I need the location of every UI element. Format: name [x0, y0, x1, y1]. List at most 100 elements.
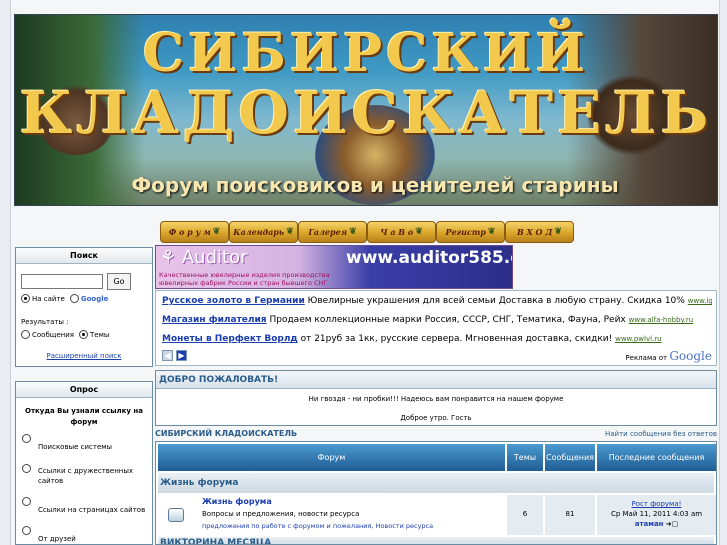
ad-pager: ◀ ▶ [162, 350, 187, 361]
nav-calendar-button[interactable]: Календарь ❦ [229, 221, 298, 243]
poll-option-label: Поисковые системы [38, 443, 113, 451]
welcome-panel: ДОБРО ПОЖАЛОВАТЬ! Ни гвоздя - ни пробки!… [155, 370, 717, 426]
ad-url: www.auditor585.de [346, 248, 512, 268]
leaf-icon: ❦ [212, 227, 221, 237]
search-scope-row: На сайте Google [21, 294, 108, 303]
poll-radio[interactable] [22, 434, 31, 443]
poll-option[interactable]: Ссылки с дружественных сайтов [22, 464, 148, 490]
banner-title-line1: СИБИРСКИЙ [142, 23, 590, 84]
advanced-search-link[interactable]: Расширенный поиск [16, 352, 152, 360]
search-go-button[interactable]: Go [107, 273, 131, 290]
poll-option-label: Ссылки с дружественных сайтов [38, 467, 134, 485]
google-ads-block: Русское золото в Германии Ювелирные укра… [155, 290, 717, 366]
search-panel: Поиск Go На сайте Google Результаты : Со… [15, 247, 153, 367]
unanswered-posts-link[interactable]: Найти сообщения без ответов [605, 430, 717, 438]
forum-description: Вопросы и предложения, новости ресурса [202, 510, 360, 518]
forum-info-cell: Жизнь форума Вопросы и предложения, ново… [158, 495, 505, 535]
ad-title-link[interactable]: Русское золото в Германии [162, 296, 305, 306]
site-banner[interactable]: СИБИРСКИЙ КЛАДОИСКАТЕЛЬ Форум поисковико… [14, 14, 718, 206]
google-ad-item[interactable]: Русское золото в Германии Ювелирные укра… [162, 296, 712, 306]
col-header-posts: Сообщения [545, 444, 595, 471]
forum-folder-icon [168, 508, 184, 522]
nav-label: Ф о р у м [168, 227, 211, 237]
poll-radio[interactable] [22, 526, 31, 535]
topics-radio[interactable] [79, 330, 89, 339]
messages-radio[interactable] [21, 330, 30, 339]
results-type-row: Сообщения Темы [21, 330, 109, 339]
google-radio[interactable] [69, 294, 79, 303]
col-header-forum: Форум [158, 444, 505, 471]
subforums-links[interactable]: предложения по работе с форумом и пожела… [202, 522, 433, 530]
messages-radio-label: Сообщения [32, 330, 75, 339]
posts-cell: 81 [545, 495, 595, 535]
topics-radio-label: Темы [90, 330, 110, 339]
nav-gallery-button[interactable]: Галерея ❦ [298, 221, 367, 243]
auditor-ad-banner[interactable]: ⚘ Auditor www.auditor585.de Качественные… [155, 245, 513, 289]
poll-radio[interactable] [22, 464, 31, 473]
last-post-user-link[interactable]: атаман [635, 520, 664, 528]
prev-arrow-icon[interactable]: ◀ [162, 350, 173, 361]
next-arrow-icon[interactable]: ▶ [176, 350, 187, 361]
search-panel-title: Поиск [16, 248, 152, 264]
leaf-icon: ❦ [286, 227, 294, 237]
ad-logo: ⚘ Auditor [160, 247, 248, 268]
google-ad-item[interactable]: Монеты в Перфект Ворлд от 21руб за 1кк, … [162, 334, 712, 344]
last-post-author: атаман ➜▢ [597, 520, 716, 528]
poll-option-label: От друзей [38, 535, 76, 543]
posts-count: 81 [565, 510, 575, 518]
banner-subtitle: Форум поисковиков и ценителей старины [131, 173, 619, 197]
nav-login-button[interactable]: В Х О Д ❦ [505, 221, 574, 243]
nav-label: В Х О Д [517, 227, 553, 237]
leaf-icon: ❦ [349, 227, 357, 237]
leaf-icon: ❦ [487, 227, 496, 237]
ad-description: Продаем коллекционные марки Россия, СССР… [269, 315, 626, 325]
nav-forum-button[interactable]: Ф о р у м ❦ [160, 221, 229, 243]
main-nav: Ф о р у м ❦ Календарь ❦ Галерея ❦ Ч а В о ❦ … [160, 221, 574, 243]
google-radio-label: Google [80, 294, 109, 303]
nav-register-button[interactable]: Регистр ❦ [436, 221, 505, 243]
nav-label: Галерея [308, 227, 348, 237]
ad-title-link[interactable]: Магазин филателия [162, 315, 267, 325]
nav-label: Регистр [445, 227, 486, 237]
ad-title-link[interactable]: Монеты в Перфект Ворлд [162, 334, 298, 344]
ad-description: от 21руб за 1кк, русские сервера. Мгнове… [300, 334, 613, 344]
poll-option[interactable]: Поисковые системы [22, 434, 148, 454]
results-label: Результаты : [21, 318, 69, 326]
leaf-icon: ❦ [415, 227, 423, 237]
google-ad-item[interactable]: Магазин филателия Продаем коллекционные … [162, 315, 712, 325]
ad-description: Ювелирные украшения для всей семьи Доста… [307, 296, 685, 306]
welcome-title: ДОБРО ПОЖАЛОВАТЬ! [156, 371, 716, 389]
forum-name-link[interactable]: Жизнь форума [202, 497, 272, 506]
category-header[interactable]: Жизнь форума [158, 473, 714, 493]
category-header[interactable]: ВИКТОРИНА МЕСЯЦА [158, 537, 714, 544]
poll-option-label: Ссылки на страницах сайтов [38, 506, 146, 514]
poll-question: Откуда Вы узнали ссылку на форум [25, 407, 143, 426]
last-post-title-link[interactable]: Рост форума! [597, 500, 716, 508]
site-radio-label: На сайте [32, 294, 65, 303]
welcome-message: Ни гвоздя - ни пробки!!! Надеюсь вам пон… [308, 395, 564, 403]
ad-url-link[interactable]: www.alfa-hobby.ru [629, 316, 694, 324]
breadcrumb[interactable]: СИБИРСКИЙ КЛАДОИСКАТЕЛЬ [155, 429, 297, 438]
poll-panel: Опрос Откуда Вы узнали ссылку на форум П… [15, 381, 153, 545]
leaf-icon: ❦ [554, 227, 562, 237]
ad-text: Качественные ювелирные изделия производс… [159, 271, 330, 287]
poll-panel-title: Опрос [16, 382, 152, 398]
forum-row: Жизнь форума Вопросы и предложения, ново… [158, 495, 716, 535]
topics-count: 6 [522, 510, 528, 518]
poll-option[interactable]: От друзей [22, 526, 148, 545]
banner-title-line2: КЛАДОИСКАТЕЛЬ [19, 79, 713, 147]
last-post-date: Ср Май 11, 2011 4:03 am [610, 510, 703, 518]
site-radio[interactable] [21, 294, 30, 303]
search-input[interactable] [21, 274, 103, 289]
col-header-topics: Темы [507, 444, 543, 471]
nav-label: Календарь [233, 227, 285, 237]
google-ads-brand[interactable]: Реклама от Google [625, 349, 712, 363]
ad-url-link[interactable]: www.igor- [688, 297, 712, 305]
poll-radio[interactable] [22, 497, 31, 506]
nav-faq-button[interactable]: Ч а В о ❦ [367, 221, 436, 243]
ad-url-link[interactable]: www.pwlvl.ru [615, 335, 662, 343]
go-to-post-icon[interactable]: ➜▢ [666, 520, 678, 528]
last-post-cell: Рост форума! Ср Май 11, 2011 4:03 am ата… [597, 495, 716, 535]
poll-option[interactable]: Ссылки на страницах сайтов [22, 497, 148, 517]
col-header-last-posts: Последние сообщения [597, 444, 716, 471]
